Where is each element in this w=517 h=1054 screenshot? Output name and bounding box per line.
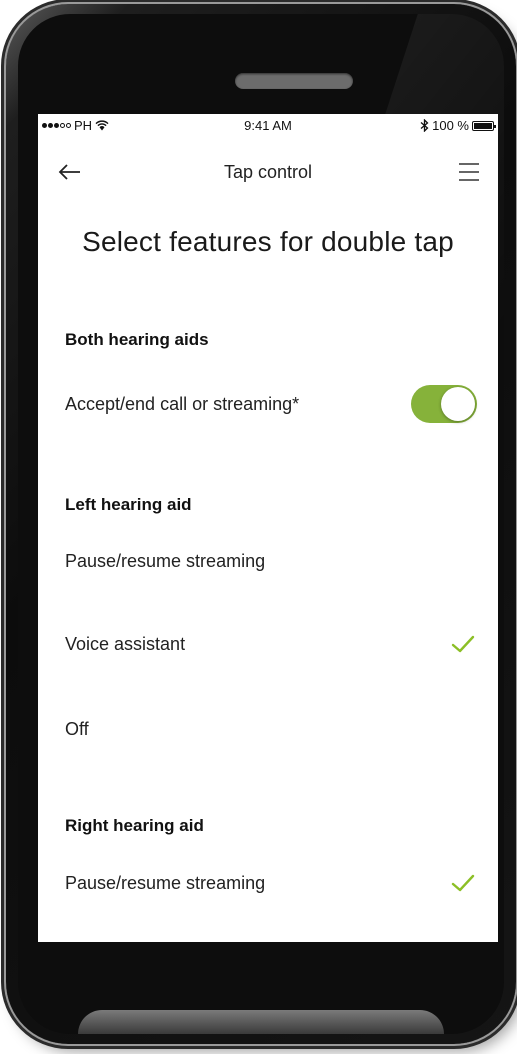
bluetooth-icon (420, 119, 429, 132)
checkmark-icon (451, 874, 475, 892)
earpiece-speaker (235, 73, 353, 89)
section-header-both: Both hearing aids (65, 330, 209, 349)
checkmark-icon (451, 635, 475, 653)
option-left-pause-resume[interactable]: Pause/resume streaming (38, 533, 498, 589)
app-screen: PH 9:41 AM 100 % Tap control Select feat… (38, 114, 498, 942)
option-label: Voice assistant (65, 633, 186, 654)
option-left-voice-assistant[interactable]: Voice assistant (38, 616, 498, 672)
option-label: Pause/resume streaming (65, 550, 266, 571)
toggle-knob (441, 387, 475, 421)
status-bar: PH 9:41 AM 100 % (38, 114, 498, 138)
battery-percentage: 100 % (432, 118, 469, 133)
section-header-left: Left hearing aid (65, 495, 192, 514)
section-header-right: Right hearing aid (65, 816, 204, 835)
battery-icon (472, 120, 496, 131)
status-right: 100 % (420, 118, 496, 133)
option-label: Off (65, 718, 89, 739)
accept-call-toggle[interactable] (411, 385, 477, 423)
nav-bar: Tap control (38, 154, 498, 190)
home-area (78, 1010, 444, 1034)
hamburger-menu-icon[interactable] (454, 158, 484, 186)
option-label: Pause/resume streaming (65, 872, 266, 893)
page-title: Select features for double tap (82, 226, 454, 257)
option-right-pause-resume[interactable]: Pause/resume streaming (38, 855, 498, 911)
option-left-off[interactable]: Off (38, 701, 498, 757)
nav-title: Tap control (223, 162, 313, 182)
